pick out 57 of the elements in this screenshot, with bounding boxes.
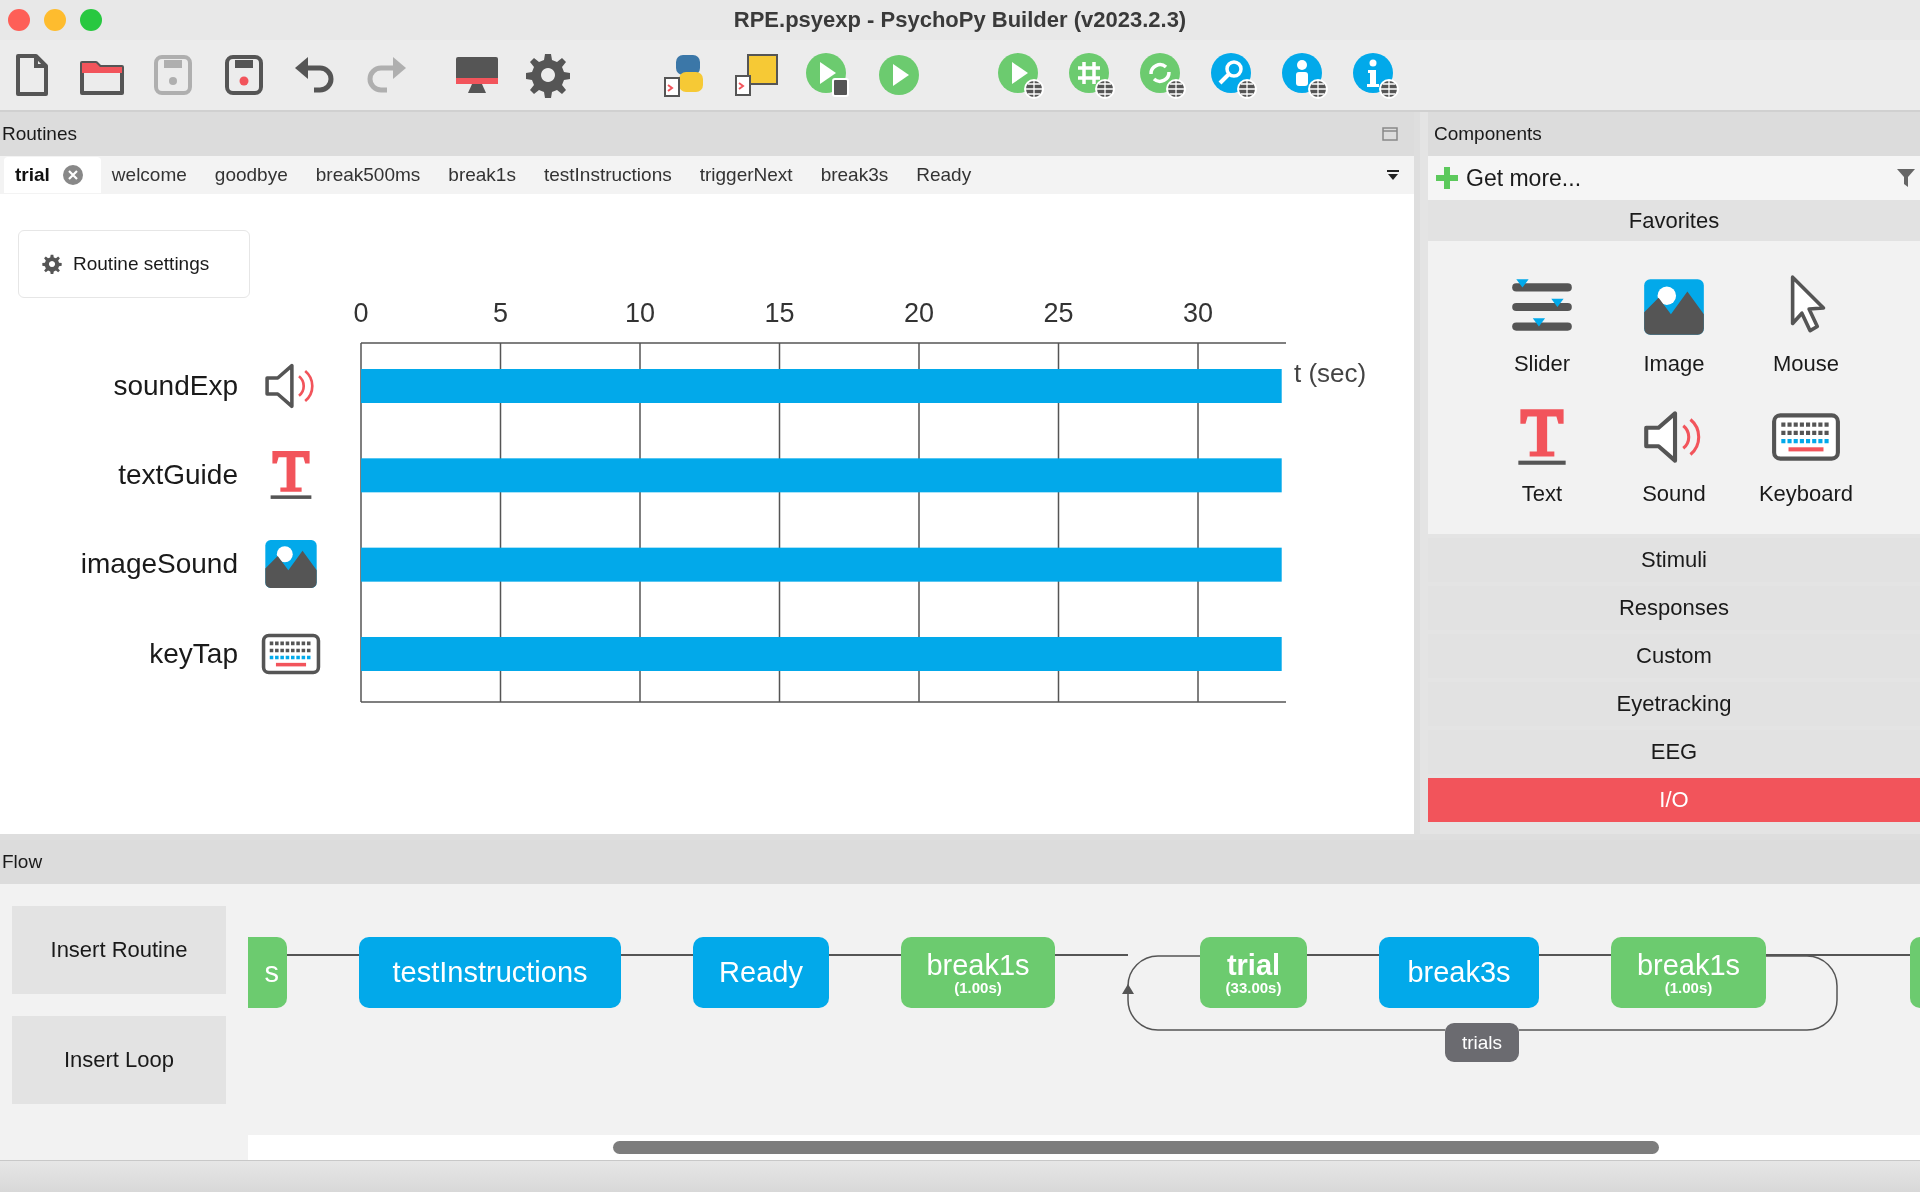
component-name[interactable]: imageSound	[80, 548, 238, 581]
routine-tab[interactable]: welcome	[100, 157, 204, 193]
hash-globe-icon	[1066, 50, 1116, 100]
routine-tab[interactable]: testInstructions	[532, 157, 689, 193]
component-button[interactable]: Keyboard	[1740, 401, 1872, 507]
axis-label: t (sec)	[1294, 358, 1367, 388]
sync-globe-icon	[1137, 50, 1187, 100]
settings-icon	[41, 253, 63, 275]
component-button[interactable]: Sound	[1608, 401, 1740, 507]
toolbar-button[interactable]	[995, 50, 1045, 100]
loop-line[interactable]	[1122, 953, 1200, 1032]
tick-label: 0	[353, 298, 369, 328]
tick-label: 15	[764, 298, 795, 328]
component-name[interactable]: textGuide	[118, 459, 238, 491]
tick-label: 20	[904, 298, 934, 328]
tick-label: 5	[493, 298, 508, 328]
toolbar-button[interactable]	[1066, 50, 1116, 100]
routine-settings-button[interactable]: Routine settings	[18, 230, 250, 298]
scrollbar[interactable]	[248, 1135, 1920, 1160]
component-button[interactable]: Image	[1608, 271, 1740, 377]
play-globe-icon	[995, 50, 1045, 100]
plus-icon	[1436, 167, 1458, 189]
insert-button[interactable]: Insert Loop	[12, 1016, 226, 1104]
panel-title: Flow	[2, 851, 43, 873]
toolbar-button[interactable]	[1350, 50, 1400, 100]
toolbar-button[interactable]	[1208, 50, 1258, 100]
routine-tab[interactable]: break3s	[809, 157, 906, 193]
routine-tab[interactable]: triggerNext	[688, 157, 810, 193]
component-button[interactable]: Text	[1476, 401, 1608, 507]
routine-tab[interactable]: break1s	[437, 157, 533, 193]
toolbar-button[interactable]	[1137, 50, 1187, 100]
search-icon	[1208, 50, 1258, 100]
tick-label: 25	[1043, 298, 1074, 328]
window-title: RPE.psyexp - PsychoPy Builder (v2023.2.3)	[733, 7, 1187, 33]
person-globe-icon	[1279, 50, 1329, 100]
routine-tab[interactable]: break500ms	[304, 157, 438, 193]
tick-label: 30	[1183, 298, 1213, 328]
component-button[interactable]: Slider	[1476, 271, 1608, 377]
loop-line[interactable]	[1766, 953, 1839, 1032]
routine-tab[interactable]: goodbye	[203, 157, 305, 193]
get-more-button[interactable]: Get more...	[1428, 156, 1920, 200]
loop-label[interactable]: trials	[1445, 1023, 1519, 1062]
component-button[interactable]: Mouse	[1740, 271, 1872, 377]
filter-icon[interactable]	[1896, 168, 1916, 188]
insert-button[interactable]: Insert Routine	[12, 906, 226, 994]
component-name[interactable]: soundExp	[113, 369, 238, 402]
routine-tab[interactable]: Ready	[905, 157, 989, 193]
info-icon	[1350, 50, 1400, 100]
component-name[interactable]: keyTap	[149, 637, 238, 670]
tick-label: 10	[625, 298, 655, 328]
scrollbar-thumb[interactable]	[613, 1141, 1659, 1154]
routine-tab[interactable]: trial	[4, 157, 101, 193]
dropdown-caret-icon[interactable]	[1386, 170, 1400, 180]
toolbar-button[interactable]	[1279, 50, 1329, 100]
close-icon[interactable]	[61, 164, 84, 186]
panel-title: Routines	[2, 123, 77, 145]
panel-title: Components	[1434, 123, 1542, 145]
